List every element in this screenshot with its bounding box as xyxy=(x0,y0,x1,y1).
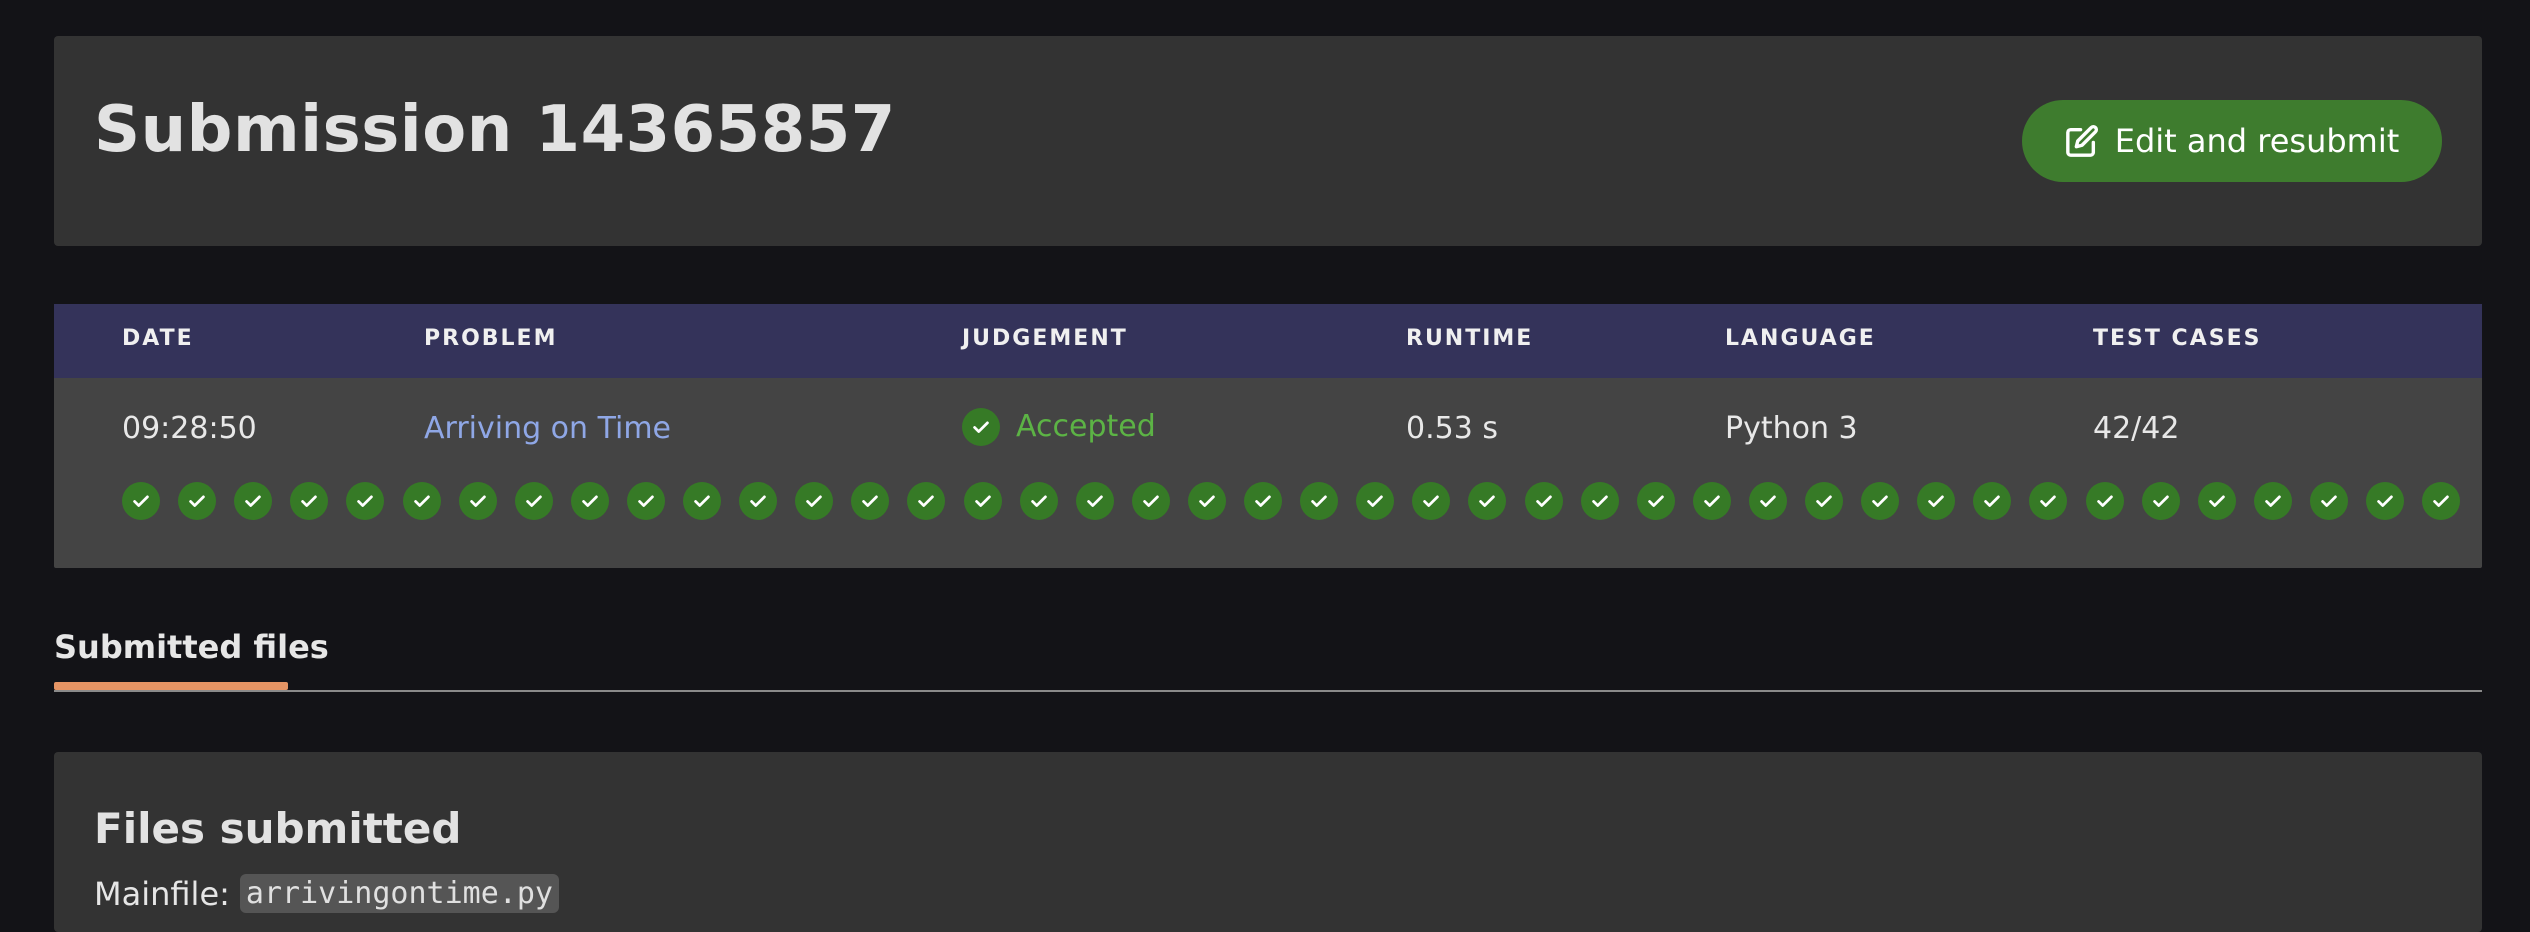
submission-date: 09:28:50 xyxy=(122,411,257,446)
tab-submitted-files-label: Submitted files xyxy=(54,628,329,666)
tab-divider xyxy=(54,690,2482,692)
column-header-judgement: JUDGEMENT xyxy=(962,326,1128,351)
test-case-26-check-icon[interactable] xyxy=(1524,482,1563,520)
test-case-25-check-icon[interactable] xyxy=(1468,482,1507,520)
test-case-6-check-icon[interactable] xyxy=(402,482,441,520)
problem-link[interactable]: Arriving on Time xyxy=(424,414,671,444)
page-title: Submission 14365857 xyxy=(94,93,896,167)
runtime-value: 0.53 s xyxy=(1406,411,1498,446)
edit-and-resubmit-label: Edit and resubmit xyxy=(2114,122,2400,160)
test-case-10-check-icon[interactable] xyxy=(626,482,665,520)
test-case-12-check-icon[interactable] xyxy=(739,482,778,520)
test-cases-value: 42/42 xyxy=(2093,411,2180,446)
test-case-34-check-icon[interactable] xyxy=(1973,482,2012,520)
test-case-40-check-icon[interactable] xyxy=(2309,482,2348,520)
test-case-36-check-icon[interactable] xyxy=(2085,482,2124,520)
test-case-2-check-icon[interactable] xyxy=(178,482,217,520)
test-case-16-check-icon[interactable] xyxy=(963,482,1002,520)
test-case-30-check-icon[interactable] xyxy=(1748,482,1787,520)
test-case-5-check-icon[interactable] xyxy=(346,482,385,520)
test-case-18-check-icon[interactable] xyxy=(1075,482,1114,520)
column-header-date: DATE xyxy=(122,326,194,351)
test-case-39-check-icon[interactable] xyxy=(2253,482,2292,520)
test-case-38-check-icon[interactable] xyxy=(2197,482,2236,520)
test-case-31-check-icon[interactable] xyxy=(1805,482,1843,520)
test-case-15-check-icon[interactable] xyxy=(907,482,946,520)
column-header-test-cases: TEST CASES xyxy=(2093,326,2262,351)
files-submitted-card: Files submitted Mainfile: arrivingontime… xyxy=(54,752,2482,932)
test-case-41-check-icon[interactable] xyxy=(2366,482,2404,520)
test-case-37-check-icon[interactable] xyxy=(2141,482,2180,520)
mainfile-line: Mainfile: arrivingontime.py xyxy=(94,874,559,913)
judgement-status: Accepted xyxy=(962,408,1156,446)
test-case-42-check-icon[interactable] xyxy=(2422,482,2461,520)
edit-and-resubmit-button[interactable]: Edit and resubmit xyxy=(2022,100,2442,182)
test-case-4-check-icon[interactable] xyxy=(290,482,329,520)
test-case-22-check-icon[interactable] xyxy=(1300,482,1339,520)
test-case-8-check-icon[interactable] xyxy=(514,482,553,520)
test-case-23-check-icon[interactable] xyxy=(1356,482,1395,520)
active-tab-indicator xyxy=(54,682,288,690)
column-header-problem: PROBLEM xyxy=(424,326,558,351)
test-case-24-check-icon[interactable] xyxy=(1412,482,1451,520)
accepted-check-icon xyxy=(962,408,1000,446)
test-case-33-check-icon[interactable] xyxy=(1917,482,1956,520)
column-header-runtime: RUNTIME xyxy=(1406,326,1534,351)
submission-header: Submission 14365857 Edit and resubmit xyxy=(54,36,2482,246)
mainfile-name[interactable]: arrivingontime.py xyxy=(239,874,559,913)
test-case-3-check-icon[interactable] xyxy=(234,482,273,520)
edit-icon xyxy=(2065,124,2099,158)
test-case-20-check-icon[interactable] xyxy=(1187,482,1226,520)
test-case-13-check-icon[interactable] xyxy=(795,482,834,520)
test-case-28-check-icon[interactable] xyxy=(1636,482,1675,520)
test-case-11-check-icon[interactable] xyxy=(683,482,721,520)
files-submitted-title: Files submitted xyxy=(94,804,462,853)
test-case-14-check-icon[interactable] xyxy=(851,482,890,520)
test-case-19-check-icon[interactable] xyxy=(1131,482,1170,520)
submission-table: DATE PROBLEM JUDGEMENT RUNTIME LANGUAGE … xyxy=(54,304,2482,568)
test-case-1-check-icon[interactable] xyxy=(122,482,160,520)
language-value: Python 3 xyxy=(1725,411,1858,446)
test-case-17-check-icon[interactable] xyxy=(1019,482,1058,520)
test-case-21-check-icon[interactable] xyxy=(1244,482,1282,520)
test-case-29-check-icon[interactable] xyxy=(1692,482,1731,520)
tab-submitted-files[interactable]: Submitted files xyxy=(54,624,329,696)
judgement-label: Accepted xyxy=(1016,409,1156,444)
test-case-9-check-icon[interactable] xyxy=(570,482,609,520)
column-header-language: LANGUAGE xyxy=(1725,326,1876,351)
test-case-35-check-icon[interactable] xyxy=(2029,482,2068,520)
mainfile-label: Mainfile: xyxy=(94,874,230,913)
test-case-27-check-icon[interactable] xyxy=(1580,482,1619,520)
table-header: DATE PROBLEM JUDGEMENT RUNTIME LANGUAGE … xyxy=(54,304,2482,378)
test-case-32-check-icon[interactable] xyxy=(1861,482,1900,520)
tab-bar xyxy=(54,690,2482,694)
test-case-7-check-icon[interactable] xyxy=(458,482,497,520)
